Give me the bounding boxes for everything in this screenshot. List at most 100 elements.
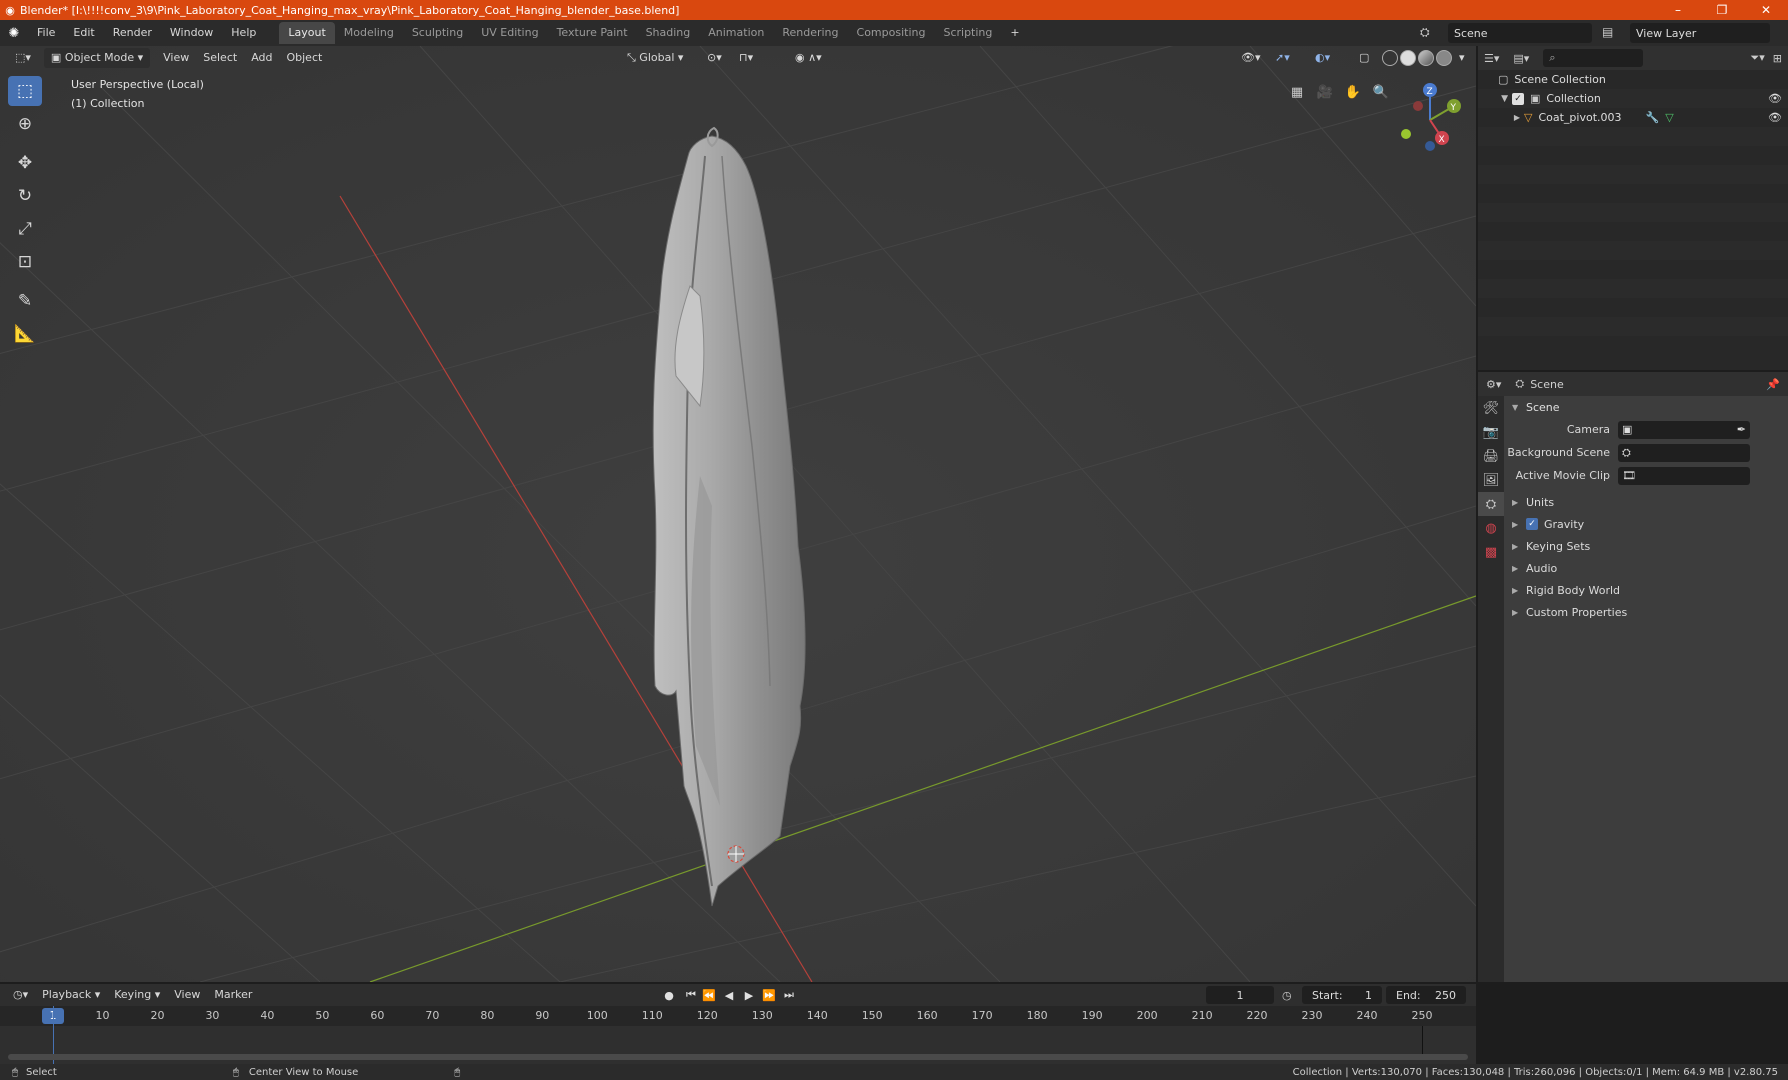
measure-tool[interactable]: 📐 <box>8 319 42 349</box>
keying-sets-subpanel[interactable]: ▶ Keying Sets <box>1504 535 1788 557</box>
menu-help[interactable]: Help <box>222 22 265 44</box>
end-frame-field[interactable]: End: 250 <box>1386 986 1466 1004</box>
view-layer-tab-icon[interactable]: 🖼 <box>1478 468 1504 492</box>
camera-view-icon[interactable]: 🎥 <box>1313 80 1337 104</box>
scene-panel-header[interactable]: ▼ Scene <box>1504 396 1788 418</box>
play-reverse-icon[interactable]: ◀ <box>720 989 738 1002</box>
menu-window[interactable]: Window <box>161 22 222 44</box>
select-box-tool[interactable]: ⬚ <box>8 76 42 106</box>
prev-keyframe-icon[interactable]: ⏪ <box>700 989 718 1002</box>
jump-end-icon[interactable]: ⏭ <box>780 988 798 1002</box>
gravity-checkbox[interactable]: ✓ <box>1526 518 1538 530</box>
pivot-point-icon[interactable]: ⊙▾ <box>700 48 729 68</box>
start-frame-field[interactable]: Start: 1 <box>1302 986 1382 1004</box>
next-keyframe-icon[interactable]: ⏩ <box>760 989 778 1002</box>
overlays-toggle-icon[interactable]: ◐▾ <box>1308 48 1337 68</box>
blender-menu-icon[interactable]: ✺ <box>0 26 28 41</box>
tab-sculpting[interactable]: Sculpting <box>403 22 472 44</box>
view-layer-icon[interactable]: ▤ <box>1602 25 1613 39</box>
play-icon[interactable]: ▶ <box>740 989 758 1002</box>
timeline-ruler[interactable]: 1 10203040506070809010011012013014015016… <box>0 1006 1476 1026</box>
mesh-data-icon[interactable]: ▽ <box>1665 111 1673 124</box>
properties-editor-icon[interactable]: ⚙▾ <box>1486 378 1501 391</box>
timeline-menu-playback[interactable]: Playback ▾ <box>35 985 107 1005</box>
add-workspace-icon[interactable]: + <box>1001 22 1028 44</box>
outliner-row-scene-collection[interactable]: ▢ Scene Collection <box>1478 70 1788 89</box>
menu-file[interactable]: File <box>28 22 64 44</box>
toggle-camera-grid-icon[interactable]: ▦ <box>1285 80 1309 104</box>
background-scene-field[interactable]: ⛭ <box>1618 443 1750 462</box>
cursor-tool[interactable]: ⊕ <box>8 109 42 139</box>
tool-tab-icon[interactable]: 🛠 <box>1478 396 1504 420</box>
pin-icon[interactable]: 📌 <box>1766 378 1780 391</box>
3d-viewport[interactable]: ⬚▾ ▣ Object Mode ▾ View Select Add Objec… <box>0 46 1476 982</box>
jump-start-icon[interactable]: ⏮ <box>682 988 700 1002</box>
timeline-scrollbar[interactable] <box>8 1054 1468 1060</box>
object-mode-dropdown[interactable]: ▣ Object Mode ▾ <box>43 48 151 68</box>
move-tool[interactable]: ✥ <box>8 148 42 178</box>
tab-layout[interactable]: Layout <box>279 22 335 44</box>
tab-modeling[interactable]: Modeling <box>335 22 403 44</box>
shading-options-icon[interactable]: ▾ <box>1452 48 1472 68</box>
snap-icon[interactable]: ⊓▾ <box>732 48 760 68</box>
current-frame-field[interactable]: 1 <box>1206 986 1274 1004</box>
tab-shading[interactable]: Shading <box>637 22 700 44</box>
scene-tab-icon[interactable]: ⛭ <box>1478 492 1504 516</box>
viewport-menu-view[interactable]: View <box>156 48 196 68</box>
xray-toggle-icon[interactable]: ▢ <box>1352 48 1376 68</box>
object-visibility-icon[interactable]: 👁▾ <box>1234 48 1268 68</box>
filter-icon[interactable]: ⏷▾ <box>1750 51 1764 65</box>
tab-animation[interactable]: Animation <box>699 22 773 44</box>
visibility-eye-icon-object[interactable]: 👁 <box>1768 111 1782 124</box>
outliner-row-object[interactable]: ▶ ▽ Coat_pivot.003 🔧 ▽ 👁 <box>1478 108 1788 127</box>
timeline-editor-icon[interactable]: ◷▾ <box>6 985 35 1005</box>
timeline-menu-keying[interactable]: Keying ▾ <box>107 985 167 1005</box>
viewport-menu-select[interactable]: Select <box>196 48 244 68</box>
outliner-search-input[interactable]: ⌕ <box>1543 49 1644 67</box>
proportional-editing-icon[interactable]: ◉ ∧▾ <box>788 48 829 68</box>
editor-type-icon[interactable]: ⬚▾ <box>8 48 38 68</box>
expand-collection-icon[interactable]: ▼ <box>1478 94 1512 104</box>
rigid-body-world-subpanel[interactable]: ▶ Rigid Body World <box>1504 579 1788 601</box>
viewport-menu-add[interactable]: Add <box>244 48 279 68</box>
audio-subpanel[interactable]: ▶ Audio <box>1504 557 1788 579</box>
shading-rendered-icon[interactable] <box>1436 50 1452 66</box>
view-layer-field[interactable]: View Layer <box>1630 23 1770 43</box>
menu-edit[interactable]: Edit <box>64 22 103 44</box>
menu-render[interactable]: Render <box>104 22 161 44</box>
transform-orientation-dropdown[interactable]: ⤡ Global ▾ <box>620 48 690 68</box>
scene-selector-icon[interactable]: ⛭ <box>1420 25 1430 40</box>
clock-icon[interactable]: ◷ <box>1282 989 1292 1002</box>
camera-field[interactable]: ▣ ✒ <box>1618 420 1750 439</box>
tab-rendering[interactable]: Rendering <box>773 22 847 44</box>
outliner-row-collection[interactable]: ▼ ✓ ▣ Collection 👁 <box>1478 89 1788 108</box>
minimize-button[interactable]: – <box>1656 3 1700 17</box>
gravity-subpanel[interactable]: ▶ ✓ Gravity <box>1504 513 1788 535</box>
expand-object-icon[interactable]: ▶ <box>1478 113 1524 122</box>
custom-properties-subpanel[interactable]: ▶ Custom Properties <box>1504 601 1788 623</box>
record-icon[interactable]: ● <box>660 989 678 1002</box>
annotate-tool[interactable]: ✎ <box>8 286 42 316</box>
shading-solid-icon[interactable] <box>1400 50 1416 66</box>
render-tab-icon[interactable]: 📷 <box>1478 420 1504 444</box>
modifier-wrench-icon[interactable]: 🔧 <box>1646 111 1660 124</box>
units-subpanel[interactable]: ▶ Units <box>1504 491 1788 513</box>
output-tab-icon[interactable]: 🖨 <box>1478 444 1504 468</box>
shading-material-icon[interactable] <box>1418 50 1434 66</box>
close-button[interactable]: ✕ <box>1744 3 1788 17</box>
eyedropper-icon[interactable]: ✒ <box>1737 423 1750 436</box>
timeline-body[interactable] <box>0 1006 1476 1064</box>
transform-tool[interactable]: ⊡ <box>8 247 42 277</box>
rotate-tool[interactable]: ↻ <box>8 181 42 211</box>
navigation-gizmo[interactable]: Z Y X <box>1390 78 1470 158</box>
collection-checkbox[interactable]: ✓ <box>1512 92 1524 105</box>
shading-wireframe-icon[interactable] <box>1382 50 1398 66</box>
new-collection-icon[interactable]: ⊞ <box>1773 52 1782 65</box>
world-tab-icon[interactable]: ◍ <box>1478 516 1504 540</box>
restore-button[interactable]: ❐ <box>1700 3 1744 17</box>
scale-tool[interactable]: ⤢ <box>8 214 42 244</box>
gizmo-toggle-icon[interactable]: ➚▾ <box>1268 48 1297 68</box>
outliner-editor-icon[interactable]: ☰▾ <box>1484 52 1499 65</box>
timeline-menu-marker[interactable]: Marker <box>207 985 259 1005</box>
tab-uv-editing[interactable]: UV Editing <box>472 22 547 44</box>
